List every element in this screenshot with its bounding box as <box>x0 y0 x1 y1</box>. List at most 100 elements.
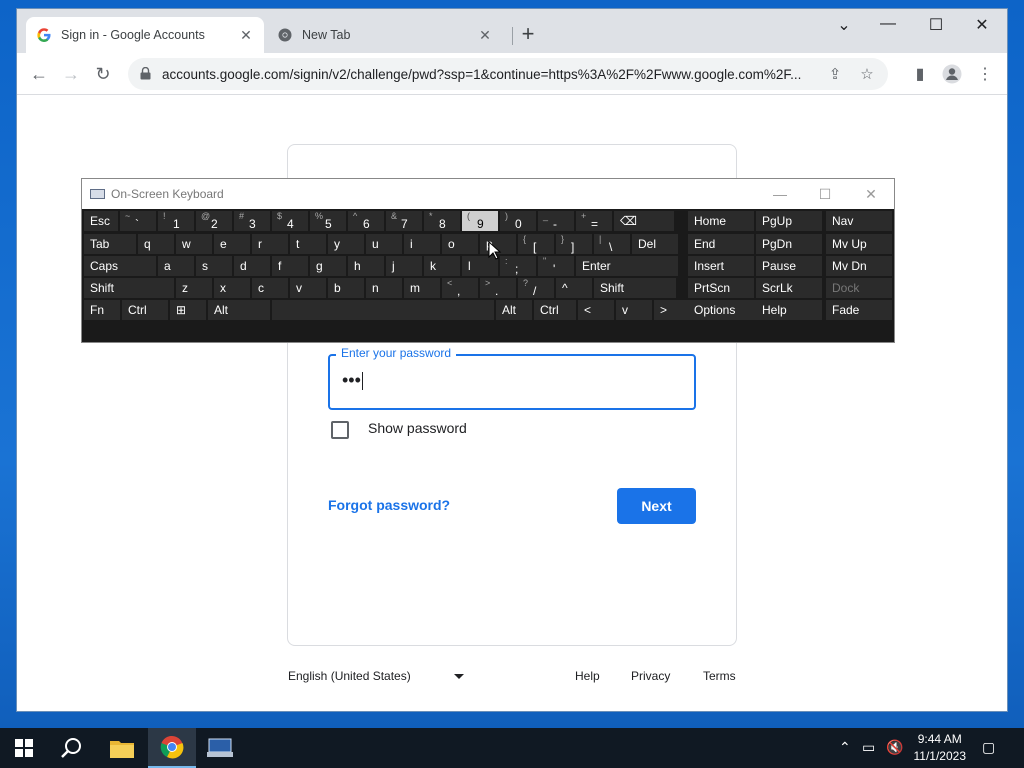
osk-key-fade[interactable]: Fade <box>826 300 892 320</box>
osk-key-right-arrow-icon[interactable]: > <box>654 300 690 320</box>
osk-key-Del[interactable]: Del <box>632 234 678 254</box>
osk-key-prtscn[interactable]: PrtScn <box>688 278 754 298</box>
osk-key-scrlk[interactable]: ScrLk <box>756 278 822 298</box>
osk-key-[[interactable]: {[ <box>518 234 554 254</box>
file-explorer-icon[interactable] <box>98 728 146 768</box>
osk-key-=[interactable]: + = <box>576 211 612 231</box>
osk-key-down-arrow-icon[interactable]: v <box>616 300 652 320</box>
osk-key-x[interactable]: x <box>214 278 250 298</box>
osk-key-n[interactable]: n <box>366 278 402 298</box>
show-hidden-icons[interactable]: ⌃ <box>839 739 851 756</box>
minimize-button[interactable]: — <box>873 15 903 33</box>
osk-key-windows-icon[interactable]: ⊞ <box>170 300 206 320</box>
osk-key-8[interactable]: * 8 <box>424 211 460 231</box>
osk-maximize-button[interactable]: ☐ <box>815 186 835 203</box>
osk-key-insert[interactable]: Insert <box>688 256 754 276</box>
osk-key-9[interactable]: (9 <box>462 211 498 231</box>
osk-key-z[interactable]: z <box>176 278 212 298</box>
osk-key-ctrl[interactable]: Ctrl <box>122 300 168 320</box>
network-icon[interactable]: ▭ <box>862 739 875 756</box>
osk-key-5[interactable]: % 5 <box>310 211 346 231</box>
forgot-password-link[interactable]: Forgot password? <box>328 497 450 513</box>
osk-key-u[interactable]: u <box>366 234 402 254</box>
osk-key-fn[interactable]: Fn <box>84 300 120 320</box>
new-tab-button[interactable]: + <box>517 23 539 45</box>
profile-avatar-icon[interactable] <box>941 64 963 89</box>
maximize-button[interactable]: ☐ <box>921 15 951 35</box>
osk-key-e[interactable]: e <box>214 234 250 254</box>
osk-title-bar[interactable]: On-Screen Keyboard — ☐ ✕ <box>82 179 894 209</box>
osk-key-Esc[interactable]: Esc <box>84 211 118 231</box>
reload-icon[interactable]: ↻ <box>92 63 114 85</box>
privacy-link[interactable]: Privacy <box>631 669 670 683</box>
osk-key-b[interactable]: b <box>328 278 364 298</box>
chrome-taskbar-icon[interactable] <box>148 728 196 768</box>
osk-key-Enter[interactable]: Enter <box>576 256 678 276</box>
osk-key-r[interactable]: r <box>252 234 288 254</box>
close-window-button[interactable]: ✕ <box>967 15 997 35</box>
bookmark-star-icon[interactable]: ☆ <box>856 65 878 83</box>
osk-key-help[interactable]: Help <box>756 300 822 320</box>
osk-key-home[interactable]: Home <box>688 211 754 231</box>
menu-kebab-icon[interactable]: ⋮ <box>974 64 996 84</box>
address-bar[interactable]: accounts.google.com/signin/v2/challenge/… <box>128 58 888 90</box>
osk-key-\[interactable]: | \ <box>594 234 630 254</box>
osk-key-Tab[interactable]: Tab <box>84 234 136 254</box>
language-dropdown-icon[interactable] <box>454 674 464 679</box>
osk-key-0[interactable]: ) 0 <box>500 211 536 231</box>
osk-key-j[interactable]: j <box>386 256 422 276</box>
tab-signin[interactable]: Sign in - Google Accounts ✕ <box>26 17 264 53</box>
osk-key-pgup[interactable]: PgUp <box>756 211 822 231</box>
password-field[interactable] <box>328 354 696 410</box>
osk-key--[interactable]: _ - <box>538 211 574 231</box>
osk-key-space[interactable] <box>272 300 494 320</box>
osk-key-4[interactable]: $4 <box>272 211 308 231</box>
osk-close-button[interactable]: ✕ <box>861 186 881 203</box>
share-icon[interactable]: ⇪ <box>824 65 846 83</box>
osk-key-6[interactable]: ^ 6 <box>348 211 384 231</box>
terms-link[interactable]: Terms <box>703 669 736 683</box>
tab-search-icon[interactable]: ⌄ <box>829 15 859 35</box>
osk-key-left-arrow-icon[interactable]: < <box>578 300 614 320</box>
osk-key-,[interactable]: <, <box>442 278 478 298</box>
forward-arrow-icon[interactable]: → <box>60 63 82 85</box>
osk-key-^[interactable]: ^ <box>556 278 592 298</box>
language-select[interactable]: English (United States) <box>288 669 411 683</box>
osk-key-alt[interactable]: Alt <box>208 300 270 320</box>
osk-key-mv-up[interactable]: Mv Up <box>826 234 892 254</box>
osk-key-a[interactable]: a <box>158 256 194 276</box>
osk-key-3[interactable]: #3 <box>234 211 270 231</box>
osk-key-.[interactable]: >. <box>480 278 516 298</box>
osk-key-Caps[interactable]: Caps <box>84 256 156 276</box>
osk-key-pause[interactable]: Pause <box>756 256 822 276</box>
notifications-icon[interactable]: ▢ <box>982 739 995 756</box>
osk-key-/[interactable]: ? / <box>518 278 554 298</box>
osk-key-s[interactable]: s <box>196 256 232 276</box>
osk-key-pgdn[interactable]: PgDn <box>756 234 822 254</box>
volume-muted-icon[interactable]: 🔇 <box>886 739 903 756</box>
osk-key-7[interactable]: & 7 <box>386 211 422 231</box>
osk-key-alt[interactable]: Alt <box>496 300 532 320</box>
osk-key-i[interactable]: i <box>404 234 440 254</box>
back-arrow-icon[interactable]: ← <box>28 63 50 85</box>
osk-key-'[interactable]: " ' <box>538 256 574 276</box>
osk-key-2[interactable]: @2 <box>196 211 232 231</box>
show-password-checkbox[interactable] <box>331 421 349 439</box>
osk-key-w[interactable]: w <box>176 234 212 254</box>
system-clock[interactable]: 9:44 AM 11/1/2023 <box>914 731 967 765</box>
lock-icon[interactable] <box>140 66 152 81</box>
tab-newtab[interactable]: New Tab ✕ <box>267 17 503 53</box>
osk-key-nav[interactable]: Nav <box>826 211 892 231</box>
osk-key-o[interactable]: o <box>442 234 478 254</box>
osk-key-ctrl[interactable]: Ctrl <box>534 300 576 320</box>
osk-key-Shift[interactable]: Shift <box>84 278 174 298</box>
help-link[interactable]: Help <box>575 669 600 683</box>
start-windows-icon[interactable] <box>0 728 48 768</box>
osk-key-options[interactable]: Options <box>688 300 754 320</box>
osk-key-k[interactable]: k <box>424 256 460 276</box>
osk-key-v[interactable]: v <box>290 278 326 298</box>
tab-close-icon[interactable]: ✕ <box>238 27 254 44</box>
osk-key-;[interactable]: :; <box>500 256 536 276</box>
show-password-label[interactable]: Show password <box>368 420 467 436</box>
side-panel-icon[interactable]: ▮ <box>909 64 931 84</box>
